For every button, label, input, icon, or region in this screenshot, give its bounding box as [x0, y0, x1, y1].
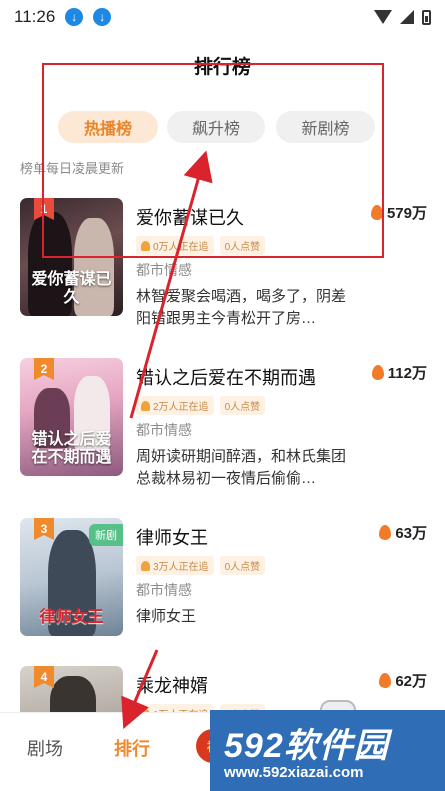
genre-label: 都市情感	[136, 582, 192, 598]
nav-theater[interactable]: 剧场	[27, 735, 63, 761]
drama-title[interactable]: 乘龙神婿	[136, 672, 208, 698]
status-bar: 11:26 ↓ ↓	[0, 0, 445, 34]
person-icon	[141, 400, 150, 411]
meta-row: 2万人正在追 0人点赞	[136, 396, 266, 415]
cover-title: 爱你蓄谋已久	[31, 269, 112, 306]
watermark: 592软件园 www.592xiazai.com	[210, 710, 445, 791]
cover-title: 律师女王	[39, 607, 104, 626]
flame-icon	[371, 365, 384, 380]
flame-icon	[379, 525, 392, 540]
likes-chip: 0人点赞	[219, 396, 266, 415]
meta-row: 3万人正在追 0人点赞	[136, 556, 266, 575]
list-item[interactable]: 3 新剧 律师女王 律师女王 63万 3万人正在追 0人点赞 都市情感 律师女王	[0, 518, 445, 658]
wifi-icon	[374, 10, 392, 24]
signal-icon	[400, 10, 414, 24]
heat-value: 62万	[395, 673, 427, 690]
cover-image[interactable]: 2 错认之后爱在不期而遇	[20, 358, 123, 476]
heat-value: 63万	[395, 525, 427, 542]
watching-chip: 2万人正在追	[136, 396, 214, 415]
status-icons	[374, 9, 431, 25]
rank-badge: 4	[34, 666, 54, 688]
genre-label: 都市情感	[136, 262, 192, 278]
watching-count: 3万人正在追	[153, 562, 209, 573]
heat-count: 112万	[371, 362, 427, 383]
genre-label: 都市情感	[136, 422, 192, 438]
nav-rank[interactable]: 排行	[114, 735, 150, 761]
description: 林智爱聚会喝酒，喝多了，阴差阳错跟男主今青松开了房…	[136, 288, 347, 327]
download-icon: ↓	[93, 8, 112, 26]
heat-value: 579万	[386, 205, 427, 222]
battery-icon	[422, 9, 431, 25]
watermark-main: 592软件园	[224, 727, 389, 765]
watching-chip: 3万人正在追	[136, 556, 214, 575]
drama-title[interactable]: 错认之后爱在不期而遇	[136, 364, 316, 390]
description: 律师女王	[136, 608, 197, 625]
cover-title: 错认之后爱在不期而遇	[31, 429, 112, 466]
rank-badge: 3	[34, 518, 54, 540]
flame-icon	[379, 673, 392, 688]
list-item[interactable]: 2 错认之后爱在不期而遇 错认之后爱在不期而遇 112万 2万人正在追 0人点赞…	[0, 358, 445, 498]
heat-count: 63万	[379, 522, 427, 543]
download-icon: ↓	[65, 8, 84, 26]
status-time: 11:26	[14, 7, 56, 26]
new-badge: 新剧	[89, 524, 123, 546]
description: 周妍读研期间醉酒，和林氏集团总裁林易初一夜情后偷偷…	[136, 448, 347, 487]
heat-count: 62万	[379, 670, 427, 691]
watching-count: 2万人正在追	[153, 402, 209, 413]
likes-chip: 0人点赞	[219, 556, 266, 575]
heat-value: 112万	[387, 365, 427, 382]
person-icon	[141, 560, 150, 571]
cover-image[interactable]: 3 新剧 律师女王	[20, 518, 123, 636]
rank-badge: 2	[34, 358, 54, 380]
watermark-url: www.592xiazai.com	[224, 764, 364, 781]
drama-title[interactable]: 律师女王	[136, 524, 208, 550]
annotation-box	[42, 63, 384, 258]
